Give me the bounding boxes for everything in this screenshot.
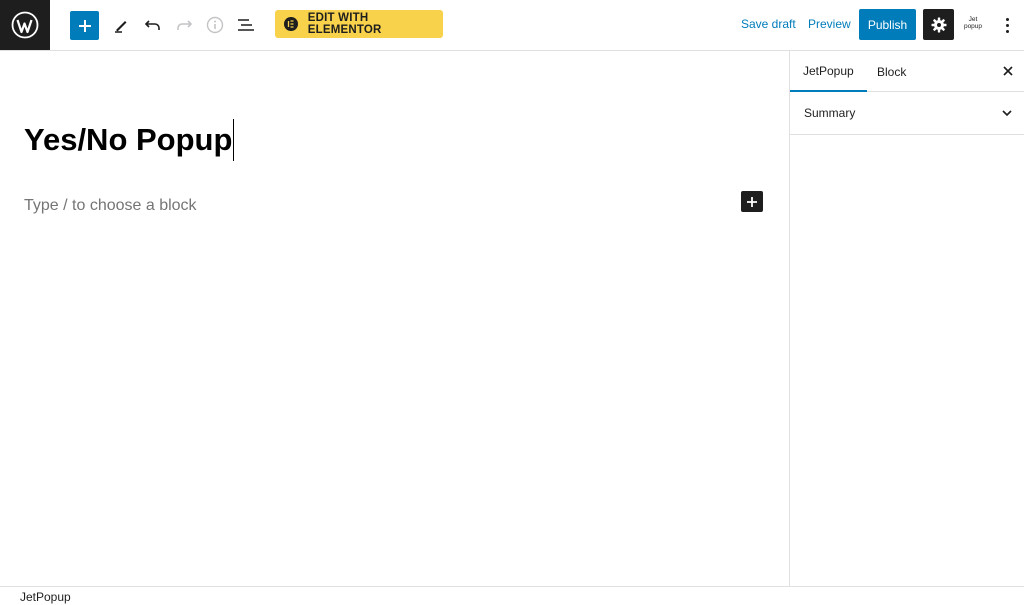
chevron-down-icon <box>1002 110 1012 117</box>
preview-button[interactable]: Preview <box>808 17 851 31</box>
jet-logo-top: Jet <box>968 16 978 23</box>
footer-breadcrumb[interactable]: JetPopup <box>20 590 71 604</box>
info-icon <box>206 16 224 34</box>
editor-footer: JetPopup <box>0 586 1024 605</box>
publish-button[interactable]: Publish <box>859 9 916 40</box>
add-block-button[interactable] <box>70 11 99 40</box>
post-title-text: Yes/No Popup <box>24 122 233 157</box>
jet-logo-bottom: popup <box>963 23 983 30</box>
summary-panel[interactable]: Summary <box>790 92 1024 135</box>
sidebar-tabs: JetPopup Block <box>790 51 1024 92</box>
close-sidebar-button[interactable] <box>1000 63 1016 79</box>
tab-block[interactable]: Block <box>877 51 906 92</box>
redo-button[interactable] <box>173 10 195 40</box>
close-icon <box>1003 66 1013 76</box>
gear-icon <box>931 17 946 32</box>
edit-with-elementor-button[interactable]: EDIT WITH ELEMENTOR <box>275 10 443 38</box>
pencil-icon <box>115 21 127 33</box>
tools-button[interactable] <box>110 10 132 40</box>
list-view-button[interactable] <box>235 10 257 40</box>
jetpopup-plugin-button[interactable]: Jet popup <box>961 16 985 34</box>
elementor-button-label: EDIT WITH ELEMENTOR <box>307 12 382 36</box>
block-placeholder[interactable]: Type / to choose a block <box>24 197 197 215</box>
inline-add-block-button[interactable] <box>741 191 763 212</box>
list-view-icon <box>238 19 254 31</box>
wordpress-logo-icon <box>11 11 39 39</box>
plus-icon <box>747 196 757 207</box>
settings-sidebar: JetPopup Block Summary <box>789 51 1024 586</box>
text-caret <box>233 119 235 161</box>
redo-icon <box>177 20 193 30</box>
undo-icon <box>144 20 160 30</box>
summary-panel-title: Summary <box>804 106 856 120</box>
wordpress-logo-button[interactable] <box>0 0 50 50</box>
editor-header: EDIT WITH ELEMENTOR Save draft Preview P… <box>0 0 1024 51</box>
post-title[interactable]: Yes/No Popup <box>24 119 235 161</box>
details-button[interactable] <box>204 10 226 40</box>
save-draft-button[interactable]: Save draft <box>741 17 796 31</box>
vertical-ellipsis-icon[interactable] <box>999 15 1015 35</box>
tab-jetpopup[interactable]: JetPopup <box>790 51 867 92</box>
elementor-icon <box>284 17 298 31</box>
plus-icon <box>78 19 91 32</box>
editor-canvas[interactable]: Yes/No Popup Type / to choose a block <box>0 51 789 586</box>
settings-button[interactable] <box>923 9 954 40</box>
undo-button[interactable] <box>142 10 164 40</box>
